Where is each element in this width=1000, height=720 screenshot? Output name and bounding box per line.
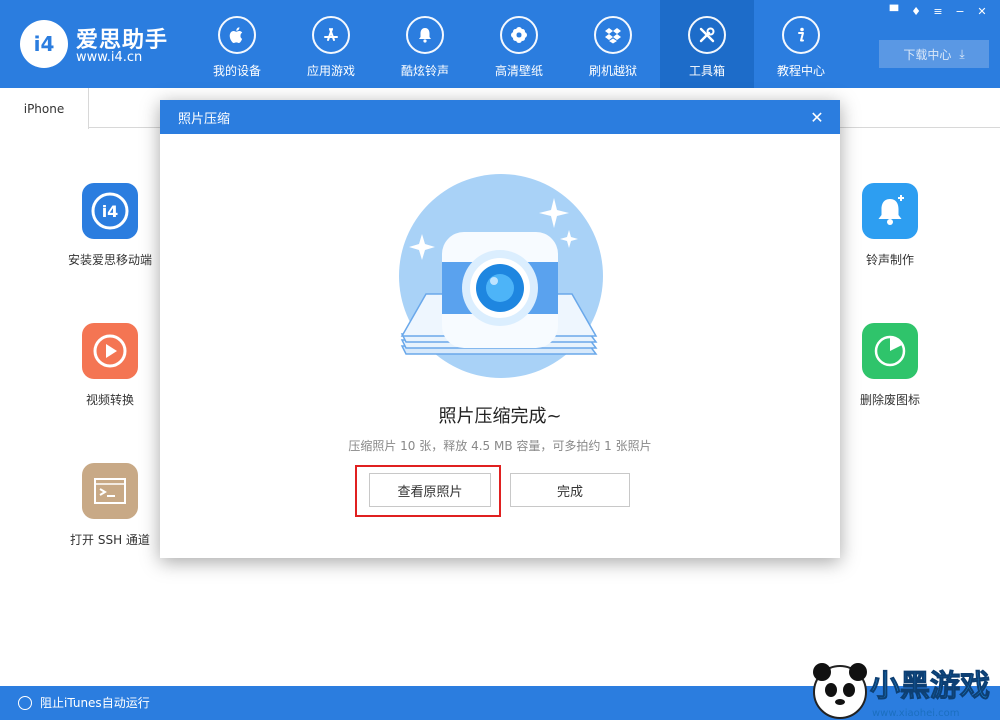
app-url: www.i4.cn: [76, 50, 143, 65]
info-icon: [782, 16, 820, 54]
tool-video-convert[interactable]: 视频转换: [55, 323, 165, 408]
done-button[interactable]: 完成: [510, 473, 630, 507]
menu-icon[interactable]: ≡: [928, 4, 948, 18]
download-center-button[interactable]: 下载中心 ⤓: [879, 40, 989, 68]
message-icon[interactable]: ▀: [884, 4, 904, 18]
flower-icon: [500, 16, 538, 54]
nav-label: 高清壁纸: [494, 64, 543, 78]
tool-label: 视频转换: [85, 393, 134, 407]
window-controls: ▀ ♦ ≡ − ✕: [884, 4, 992, 18]
watermark-logo: 小黑游戏 www.xiaohei.com: [813, 663, 991, 719]
tool-delete-icons[interactable]: 删除废图标: [835, 323, 945, 408]
apple-icon: [218, 16, 256, 54]
nav-label: 我的设备: [212, 64, 261, 78]
nav-flash-jailbreak[interactable]: 刷机越狱: [566, 0, 660, 88]
nav-toolbox[interactable]: 工具箱: [660, 0, 754, 88]
block-itunes-option[interactable]: 阻止iTunes自动运行: [18, 694, 150, 711]
bell-plus-icon: [862, 183, 918, 239]
block-itunes-label: 阻止iTunes自动运行: [40, 696, 150, 710]
main-nav: 我的设备 应用游戏 酷炫铃声 高清壁纸 刷机越狱 工具箱 教程中心: [190, 0, 848, 88]
tool-label: 删除废图标: [859, 393, 920, 407]
skin-icon[interactable]: ♦: [906, 4, 926, 18]
tool-label: 打开 SSH 通道: [70, 533, 150, 547]
pie-icon: [862, 323, 918, 379]
nav-ringtones[interactable]: 酷炫铃声: [378, 0, 472, 88]
nav-my-device[interactable]: 我的设备: [190, 0, 284, 88]
tools-icon: [688, 16, 726, 54]
dialog-heading: 照片压缩完成~: [438, 406, 562, 427]
nav-tutorials[interactable]: 教程中心: [754, 0, 848, 88]
play-icon: [82, 323, 138, 379]
dialog-close-icon[interactable]: ✕: [806, 106, 828, 128]
i4-logo-icon: i4: [20, 20, 68, 68]
svg-text:i4: i4: [102, 202, 119, 221]
view-original-button[interactable]: 查看原照片: [369, 473, 491, 507]
i4-app-icon: i4: [82, 183, 138, 239]
radio-button[interactable]: [18, 695, 32, 710]
nav-label: 工具箱: [688, 64, 725, 78]
terminal-icon: [82, 463, 138, 519]
tool-ringtone-maker[interactable]: 铃声制作: [835, 183, 945, 268]
dialog-header: 照片压缩 ✕: [160, 100, 840, 134]
minimize-icon[interactable]: −: [950, 4, 970, 18]
nav-apps-games[interactable]: 应用游戏: [284, 0, 378, 88]
watermark-text: 小黑游戏: [870, 669, 990, 704]
download-icon: ⤓: [959, 46, 965, 61]
tool-label: 安装爱思移动端: [67, 253, 152, 267]
download-center-label: 下载中心: [903, 47, 952, 62]
app-logo[interactable]: i4 爱思助手 www.i4.cn: [20, 18, 180, 70]
tool-open-ssh[interactable]: 打开 SSH 通道: [55, 463, 165, 548]
nav-label: 应用游戏: [306, 64, 355, 78]
camera-illustration-icon: [399, 174, 603, 378]
compression-summary: 压缩照片 10 张，释放 4.5 MB 容量，可多拍约 1 张照片: [348, 439, 652, 453]
tab-iphone[interactable]: iPhone: [0, 88, 89, 129]
nav-label: 教程中心: [776, 64, 825, 78]
tool-label: 铃声制作: [865, 253, 914, 267]
dialog-title: 照片压缩: [178, 111, 231, 127]
top-bar: i4 爱思助手 www.i4.cn 我的设备 应用游戏 酷炫铃声 高清壁纸 刷机…: [0, 0, 1000, 88]
bell-icon: [406, 16, 444, 54]
nav-label: 刷机越狱: [588, 64, 637, 78]
close-icon[interactable]: ✕: [972, 4, 992, 18]
nav-label: 酷炫铃声: [400, 64, 449, 78]
watermark-url: www.xiaohei.com: [872, 708, 960, 719]
photo-compress-dialog: 照片压缩 ✕ 照片压缩完成~ 压缩照片 10 张，释放 4.5 MB 容量，可多…: [160, 100, 840, 558]
tool-install-i4-mobile[interactable]: i4 安装爱思移动端: [55, 183, 165, 268]
dropbox-icon: [594, 16, 632, 54]
nav-wallpapers[interactable]: 高清壁纸: [472, 0, 566, 88]
app-store-icon: [312, 16, 350, 54]
